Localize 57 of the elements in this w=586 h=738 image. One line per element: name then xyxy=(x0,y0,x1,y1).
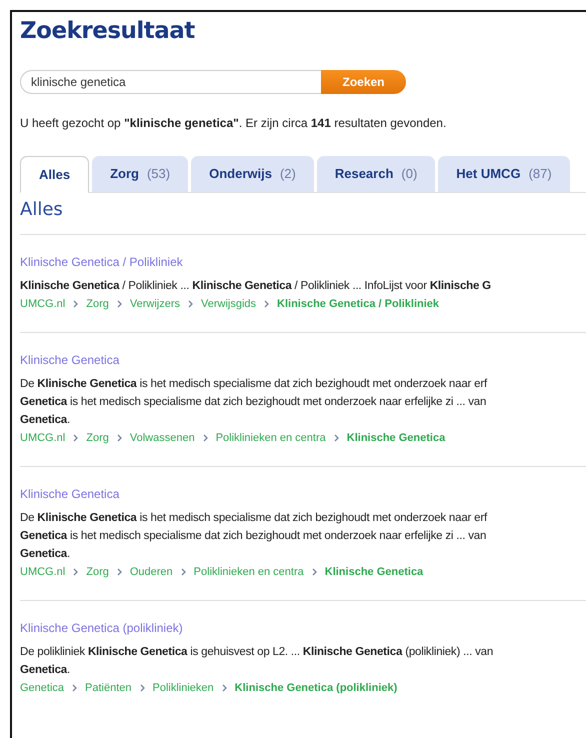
tab[interactable]: Zorg (53) xyxy=(92,156,188,192)
chevron-icon xyxy=(222,684,227,692)
breadcrumb-link[interactable]: Poliklinieken en centra xyxy=(216,432,326,444)
breadcrumb-link[interactable]: Klinische Genetica (polikliniek) xyxy=(234,682,398,694)
result-link[interactable]: Klinische Genetica xyxy=(20,353,120,367)
chevron-icon xyxy=(140,684,145,692)
breadcrumb-link[interactable]: UMCG.nl xyxy=(20,432,66,444)
chevron-icon xyxy=(73,568,78,576)
result-snippet: De Klinische Genetica is het medisch specialisme dat zich bezighoudt met onderzoek naar erf xyxy=(20,377,487,392)
breadcrumb-link[interactable]: Volwassenen xyxy=(130,432,195,444)
breadcrumb-link[interactable]: Klinische Genetica xyxy=(346,432,446,444)
breadcrumb-link[interactable]: Poliklinieken en centra xyxy=(194,566,304,578)
breadcrumb-link[interactable]: Zorg xyxy=(86,298,109,310)
tab[interactable]: Research (0) xyxy=(316,156,436,192)
chevron-icon xyxy=(188,300,193,308)
chevron-icon xyxy=(116,434,122,442)
chevron-icon xyxy=(334,434,339,442)
breadcrumb-link[interactable]: Genetica xyxy=(20,682,64,694)
search-button[interactable]: Zoeken xyxy=(321,70,406,94)
breadcrumb-link[interactable]: UMCG.nl xyxy=(20,298,66,310)
result-summary: U heeft gezocht op "klinische genetica". Er zijn circa 141 resultaten gevonden. xyxy=(20,116,448,130)
result-snippet: Klinische Genetica / Polikliniek ... Klinische Genetica / Polikliniek ... InfoLijst voor Klinische G xyxy=(20,279,491,294)
result-snippet: De polikliniek Klinische Genetica is gehuisvest op L2. ... Klinische Genetica (polikliniek) ... van xyxy=(20,645,494,660)
breadcrumb-link[interactable]: Poliklinieken xyxy=(152,682,214,694)
result-snippet: De Klinische Genetica is het medisch specialisme dat zich bezighoudt met onderzoek naar erf xyxy=(20,511,487,526)
breadcrumb-link[interactable]: Zorg xyxy=(86,432,109,444)
tab[interactable]: Onderwijs (2) xyxy=(191,156,314,192)
breadcrumb-link[interactable]: Ouderen xyxy=(130,566,173,578)
breadcrumb-link[interactable]: Patiënten xyxy=(85,682,132,694)
tab[interactable]: Het UMCG (87) xyxy=(438,156,570,192)
result-link[interactable]: Klinische Genetica / Polikliniek xyxy=(20,255,183,269)
result-link[interactable]: Klinische Genetica (polikliniek) xyxy=(20,621,183,635)
breadcrumb-link[interactable]: Verwijsgids xyxy=(200,298,256,310)
result-link[interactable]: Klinische Genetica xyxy=(20,487,120,501)
tab[interactable]: Alles xyxy=(20,156,90,193)
chevron-icon xyxy=(73,434,78,442)
chevron-icon xyxy=(72,684,78,692)
result-snippet: Genetica is het medisch specialisme dat zich bezighoudt met onderzoek naar erfelijke zi ... van xyxy=(20,529,486,544)
result-snippet: Genetica. xyxy=(20,413,70,428)
breadcrumb-link[interactable]: Verwijzers xyxy=(130,298,180,310)
chevron-icon xyxy=(116,300,122,308)
chevron-icon xyxy=(180,568,186,576)
page-title: Zoekresultaat xyxy=(20,18,196,44)
breadcrumb-link[interactable]: Klinische Genetica / Polikliniek xyxy=(277,298,440,310)
result-snippet: Genetica. xyxy=(20,663,70,678)
chevron-icon xyxy=(202,434,208,442)
breadcrumb-link[interactable]: UMCG.nl xyxy=(20,566,66,578)
chevron-icon xyxy=(264,300,270,308)
breadcrumb-link[interactable]: Klinische Genetica xyxy=(324,566,424,578)
chevron-icon xyxy=(116,568,122,576)
result-snippet: Genetica. xyxy=(20,547,70,562)
breadcrumb-link[interactable]: Zorg xyxy=(86,566,109,578)
section-heading: Alles xyxy=(20,199,64,220)
result-snippet: Genetica is het medisch specialisme dat zich bezighoudt met onderzoek naar erfelijke zi ... van xyxy=(20,395,486,410)
search-field[interactable]: klinische genetica xyxy=(20,70,321,94)
chevron-icon xyxy=(312,568,317,576)
chevron-icon xyxy=(73,300,78,308)
